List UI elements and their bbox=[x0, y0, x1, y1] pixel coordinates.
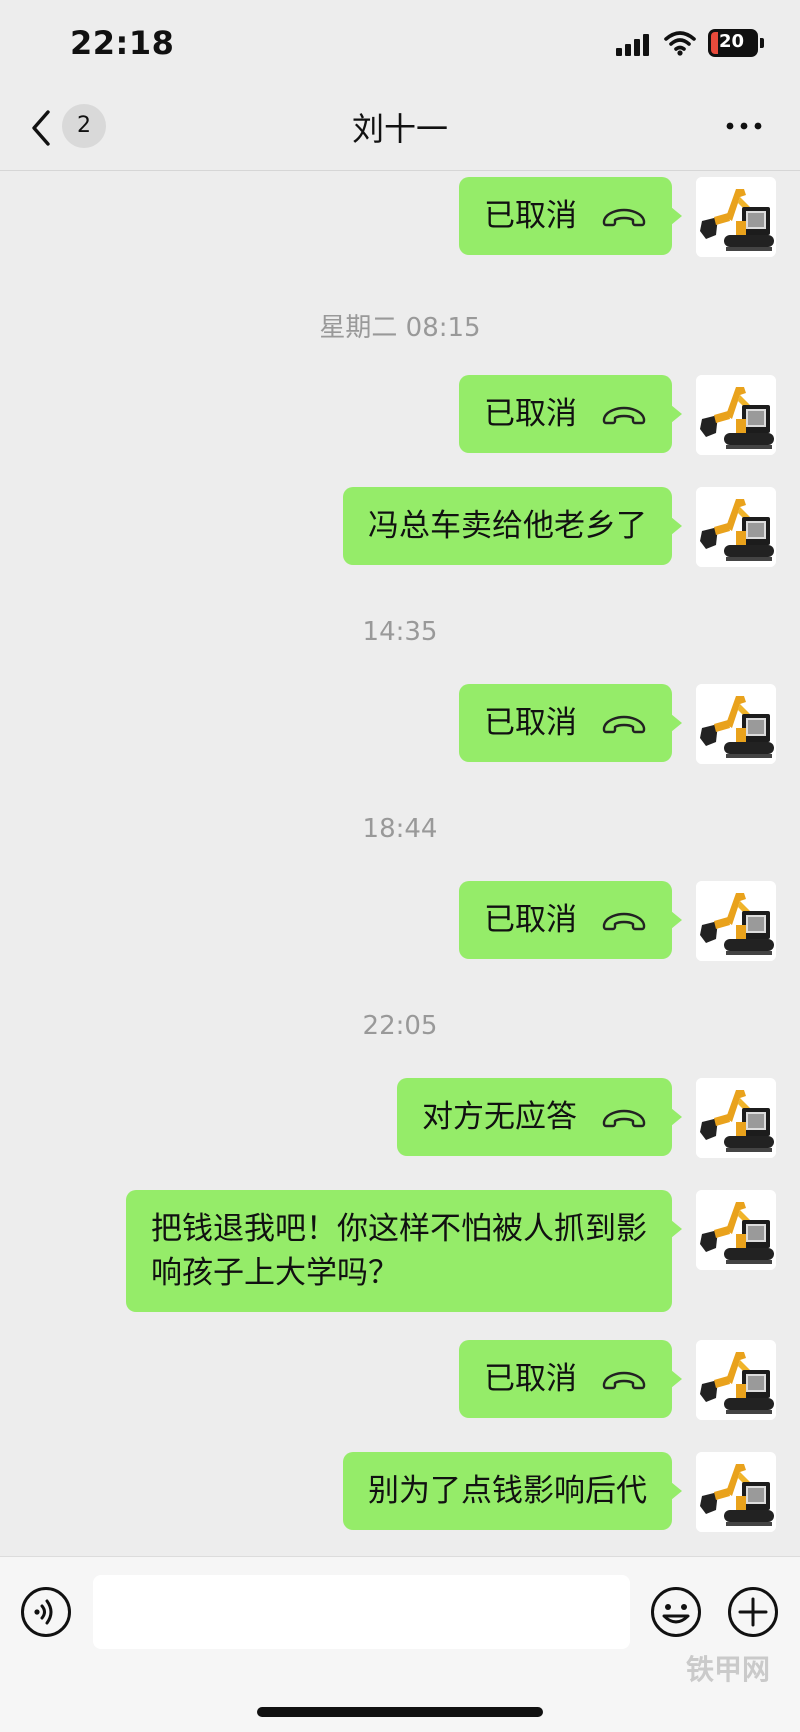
avatar[interactable] bbox=[696, 487, 776, 567]
battery-percent: 20 bbox=[719, 31, 745, 52]
call-icon bbox=[601, 715, 647, 735]
message-text: 已取消 bbox=[484, 705, 577, 741]
call-record-bubble[interactable]: 已取消 bbox=[459, 684, 682, 762]
avatar[interactable] bbox=[696, 1190, 776, 1270]
avatar[interactable] bbox=[696, 1340, 776, 1420]
voice-icon[interactable] bbox=[20, 1586, 72, 1638]
status-bar: 22:18 20 bbox=[0, 0, 800, 90]
text-message-bubble[interactable]: 冯总车卖给他老乡了 bbox=[343, 487, 682, 565]
message-row: 已取消 bbox=[459, 881, 776, 961]
emoji-icon[interactable] bbox=[650, 1586, 702, 1638]
battery-level bbox=[711, 32, 718, 54]
excavator-avatar-image bbox=[696, 177, 776, 257]
call-icon bbox=[601, 208, 647, 228]
excavator-avatar-image bbox=[696, 1452, 776, 1532]
excavator-avatar-image bbox=[696, 375, 776, 455]
call-record-bubble[interactable]: 已取消 bbox=[459, 881, 682, 959]
avatar[interactable] bbox=[696, 177, 776, 257]
call-icon bbox=[601, 912, 647, 932]
excavator-avatar-image bbox=[696, 1340, 776, 1420]
excavator-avatar-image bbox=[696, 684, 776, 764]
avatar[interactable] bbox=[696, 881, 776, 961]
call-record-bubble[interactable]: 对方无应答 bbox=[397, 1078, 682, 1156]
message-text: 已取消 bbox=[484, 198, 577, 234]
message-text: 对方无应答 bbox=[422, 1099, 577, 1135]
timestamp: 星期二 08:15 bbox=[319, 313, 481, 343]
chat-title: 刘十一 bbox=[351, 110, 448, 148]
message-row: 已取消 bbox=[459, 177, 776, 257]
timestamp: 18:44 bbox=[362, 814, 438, 844]
battery-icon: 20 bbox=[708, 29, 758, 57]
excavator-avatar-image bbox=[696, 1078, 776, 1158]
call-icon bbox=[601, 1371, 647, 1391]
watermark: 铁甲网 bbox=[686, 1653, 771, 1686]
input-bar bbox=[0, 1556, 800, 1732]
avatar[interactable] bbox=[696, 684, 776, 764]
nav-bar: 2 刘十一 bbox=[0, 90, 800, 171]
battery-cap bbox=[760, 38, 764, 48]
excavator-avatar-image bbox=[696, 1190, 776, 1270]
cellular-signal-icon bbox=[616, 34, 649, 56]
avatar[interactable] bbox=[696, 1452, 776, 1532]
timestamp: 14:35 bbox=[362, 617, 438, 647]
call-icon bbox=[601, 406, 647, 426]
message-text: 已取消 bbox=[484, 902, 577, 938]
message-row: 把钱退我吧！你这样不怕被人抓到影响孩子上大学吗？ bbox=[126, 1190, 776, 1312]
message-text: 已取消 bbox=[484, 396, 577, 432]
excavator-avatar-image bbox=[696, 881, 776, 961]
avatar[interactable] bbox=[696, 1078, 776, 1158]
excavator-avatar-image bbox=[696, 487, 776, 567]
home-indicator bbox=[257, 1707, 543, 1717]
status-time: 22:18 bbox=[70, 24, 175, 62]
message-row: 对方无应答 bbox=[397, 1078, 776, 1158]
message-text: 已取消 bbox=[484, 1361, 577, 1397]
message-row: 冯总车卖给他老乡了 bbox=[343, 487, 776, 567]
timestamp: 22:05 bbox=[362, 1011, 438, 1041]
call-record-bubble[interactable]: 已取消 bbox=[459, 177, 682, 255]
message-row: 别为了点钱影响后代 bbox=[343, 1452, 776, 1532]
more-icon[interactable] bbox=[724, 116, 764, 136]
message-row: 已取消 bbox=[459, 1340, 776, 1420]
avatar[interactable] bbox=[696, 375, 776, 455]
wifi-icon bbox=[664, 31, 696, 56]
plus-icon[interactable] bbox=[727, 1586, 779, 1638]
text-message-bubble[interactable]: 别为了点钱影响后代 bbox=[343, 1452, 682, 1530]
message-row: 已取消 bbox=[459, 375, 776, 455]
message-row: 已取消 bbox=[459, 684, 776, 764]
message-input[interactable] bbox=[93, 1575, 630, 1649]
call-record-bubble[interactable]: 已取消 bbox=[459, 375, 682, 453]
call-record-bubble[interactable]: 已取消 bbox=[459, 1340, 682, 1418]
text-message-bubble[interactable]: 把钱退我吧！你这样不怕被人抓到影响孩子上大学吗？ bbox=[126, 1190, 682, 1312]
call-icon bbox=[601, 1109, 647, 1129]
chat-history[interactable]: 已取消 星期二 08:15 已取消 冯总车卖给他老乡了 14:35 已取消 18… bbox=[0, 171, 800, 1556]
